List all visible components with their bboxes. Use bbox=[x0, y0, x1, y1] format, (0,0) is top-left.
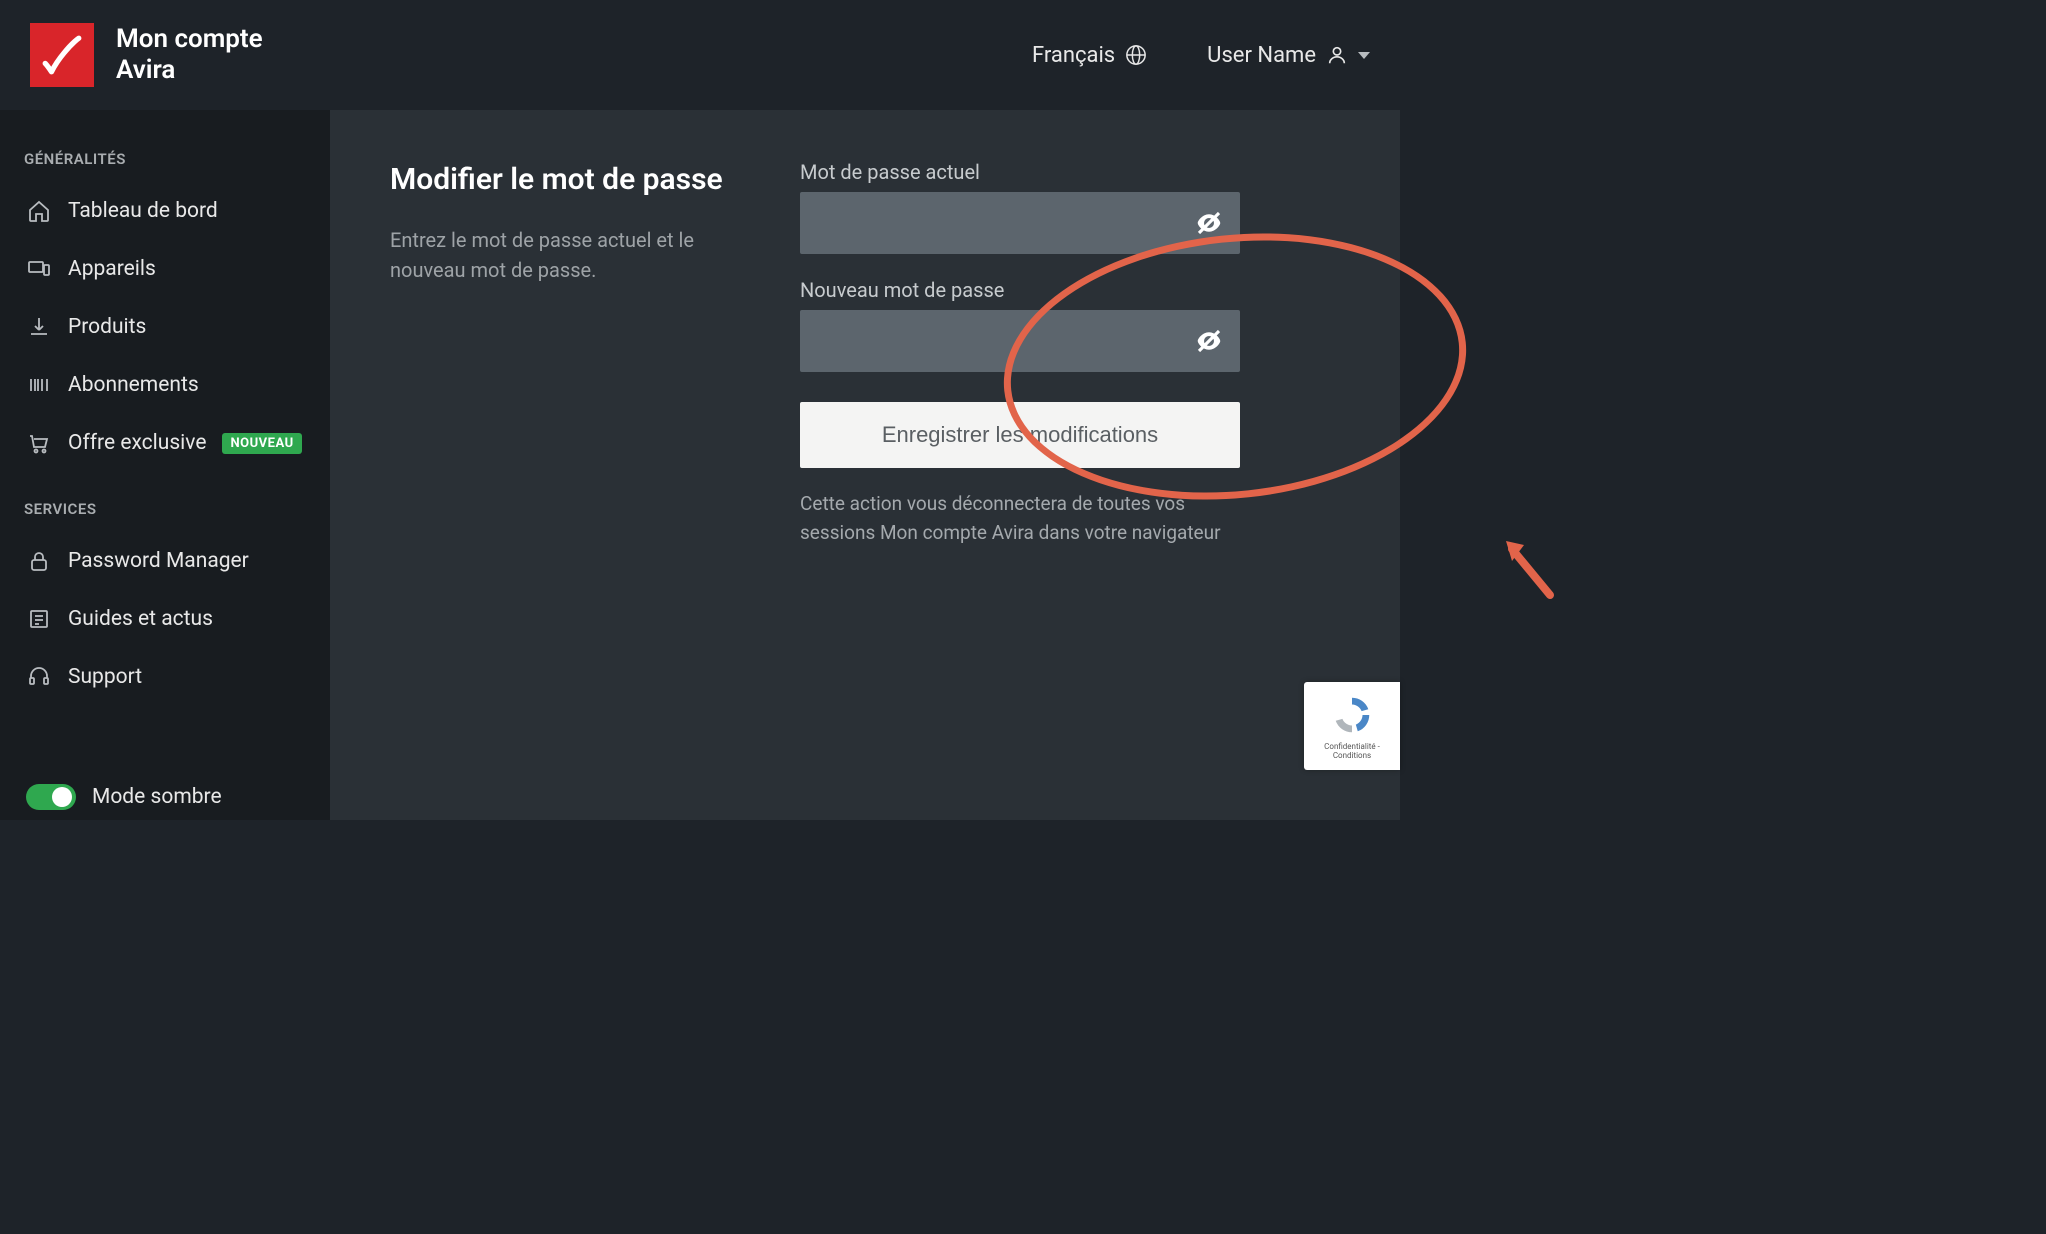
cart-icon bbox=[26, 430, 52, 456]
devices-icon bbox=[26, 256, 52, 282]
topbar: Mon compte Avira Français User Name bbox=[0, 0, 1400, 110]
headset-icon bbox=[26, 664, 52, 690]
save-changes-button[interactable]: Enregistrer les modifications bbox=[800, 402, 1240, 468]
sidebar-section-general: GÉNÉRALITÉS bbox=[24, 150, 306, 168]
sidebar-item-guides[interactable]: Guides et actus bbox=[20, 594, 310, 644]
current-password-input[interactable] bbox=[800, 192, 1240, 254]
new-badge: NOUVEAU bbox=[222, 433, 301, 454]
sidebar-item-label: Offre exclusive bbox=[68, 431, 206, 455]
home-icon bbox=[26, 198, 52, 224]
page-subtitle: Entrez le mot de passe actuel et le nouv… bbox=[390, 225, 730, 285]
language-label: Français bbox=[1032, 43, 1115, 68]
current-password-label: Mot de passe actuel bbox=[800, 160, 1240, 184]
sidebar-item-label: Abonnements bbox=[68, 373, 199, 397]
logout-warning-text: Cette action vous déconnectera de toutes… bbox=[800, 490, 1240, 547]
download-icon bbox=[26, 314, 52, 340]
lock-icon bbox=[26, 548, 52, 574]
globe-icon bbox=[1125, 44, 1147, 66]
recaptcha-icon bbox=[1329, 692, 1375, 738]
sidebar-item-label: Password Manager bbox=[68, 549, 249, 573]
sidebar-item-label: Tableau de bord bbox=[68, 199, 218, 223]
user-menu[interactable]: User Name bbox=[1207, 43, 1370, 68]
news-icon bbox=[26, 606, 52, 632]
recaptcha-badge: Confidentialité - Conditions bbox=[1304, 682, 1400, 770]
sidebar-section-services: SERVICES bbox=[24, 500, 306, 518]
recaptcha-footer: Confidentialité - Conditions bbox=[1310, 742, 1394, 760]
user-icon bbox=[1326, 44, 1348, 66]
annotation-arrow-icon bbox=[1500, 535, 1560, 605]
shell: GÉNÉRALITÉS Tableau de bord Appareils Pr… bbox=[0, 110, 1400, 820]
dark-mode-toggle[interactable] bbox=[26, 784, 76, 810]
new-password-input[interactable] bbox=[800, 310, 1240, 372]
sidebar-item-products[interactable]: Produits bbox=[20, 302, 310, 352]
brand-title: Mon compte Avira bbox=[116, 24, 296, 86]
sidebar-item-password-manager[interactable]: Password Manager bbox=[20, 536, 310, 586]
toggle-visibility-new-icon[interactable] bbox=[1192, 324, 1226, 358]
language-picker[interactable]: Français bbox=[1032, 43, 1147, 68]
dark-mode-label: Mode sombre bbox=[92, 785, 222, 809]
brand: Mon compte Avira bbox=[30, 23, 296, 87]
barcode-icon bbox=[26, 372, 52, 398]
sidebar-item-label: Produits bbox=[68, 315, 146, 339]
topbar-right: Français User Name bbox=[1032, 43, 1370, 68]
sidebar-item-label: Appareils bbox=[68, 257, 156, 281]
page-title: Modifier le mot de passe bbox=[390, 160, 730, 199]
user-label: User Name bbox=[1207, 43, 1316, 68]
new-password-label: Nouveau mot de passe bbox=[800, 278, 1240, 302]
sidebar-item-subscriptions[interactable]: Abonnements bbox=[20, 360, 310, 410]
toggle-visibility-current-icon[interactable] bbox=[1192, 206, 1226, 240]
sidebar-item-dashboard[interactable]: Tableau de bord bbox=[20, 186, 310, 236]
chevron-down-icon bbox=[1358, 52, 1370, 59]
sidebar-item-label: Guides et actus bbox=[68, 607, 213, 631]
sidebar-item-support[interactable]: Support bbox=[20, 652, 310, 702]
main-content: Modifier le mot de passe Entrez le mot d… bbox=[330, 110, 1400, 820]
dark-mode-row: Mode sombre bbox=[20, 766, 310, 810]
sidebar-item-label: Support bbox=[68, 665, 142, 689]
sidebar-item-devices[interactable]: Appareils bbox=[20, 244, 310, 294]
avira-logo-icon bbox=[30, 23, 94, 87]
sidebar: GÉNÉRALITÉS Tableau de bord Appareils Pr… bbox=[0, 110, 330, 820]
sidebar-item-exclusive-offer[interactable]: Offre exclusive NOUVEAU bbox=[20, 418, 310, 468]
